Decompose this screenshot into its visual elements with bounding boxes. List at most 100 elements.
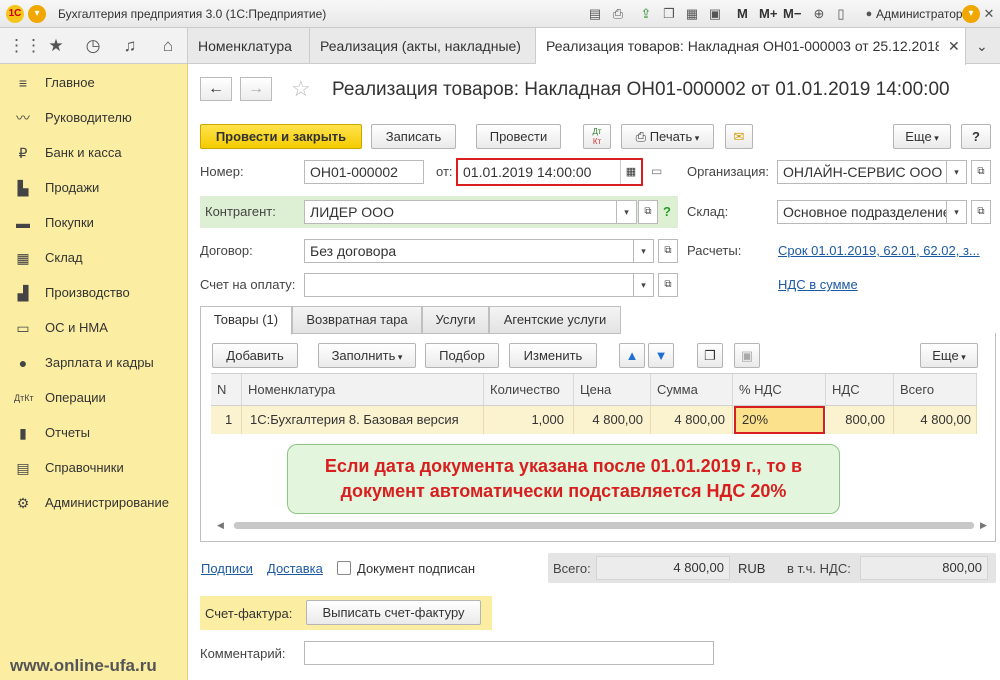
- cell-price[interactable]: 4 800,00: [574, 406, 651, 434]
- cell-sum[interactable]: 4 800,00: [651, 406, 733, 434]
- sidebar-item-fixed-assets[interactable]: ▭ ОС и НМА: [0, 310, 188, 345]
- home-icon[interactable]: ⌂: [157, 35, 179, 57]
- save-button[interactable]: Записать: [371, 124, 456, 149]
- tab-services[interactable]: Услуги: [422, 306, 489, 334]
- back-button[interactable]: ←: [200, 77, 232, 101]
- calendar-icon[interactable]: ▦: [620, 160, 641, 184]
- favorites-star-icon[interactable]: ★: [45, 35, 67, 57]
- table-more-button[interactable]: Еще ▾: [920, 343, 978, 368]
- cell-item[interactable]: 1С:Бухгалтерия 8. Базовая версия: [242, 406, 484, 434]
- tab-sales-list[interactable]: Реализация (акты, накладные): [310, 28, 536, 64]
- post-button[interactable]: Провести: [476, 124, 561, 149]
- app-logo-icon[interactable]: 1С: [6, 5, 24, 23]
- history-icon[interactable]: ◷: [82, 35, 104, 57]
- print-button[interactable]: ⎙ Печать ▾: [621, 124, 714, 149]
- cell-total[interactable]: 4 800,00: [894, 406, 977, 434]
- memory-minus-button[interactable]: M−: [783, 6, 801, 21]
- panel-toggle-icon[interactable]: ▯: [832, 5, 850, 23]
- invoice-payment-field[interactable]: [304, 273, 634, 297]
- col-n[interactable]: N: [211, 374, 242, 406]
- organization-open-icon[interactable]: ⧉: [971, 160, 991, 184]
- sidebar-item-bank[interactable]: ₽ Банк и касса: [0, 135, 188, 170]
- send-email-button[interactable]: ✉: [725, 124, 753, 149]
- settings-menu-icon[interactable]: ▾: [962, 5, 980, 23]
- main-menu-icon[interactable]: ▾: [28, 5, 46, 23]
- vat-in-sum-link[interactable]: НДС в сумме: [778, 277, 858, 292]
- warehouse-field[interactable]: Основное подразделение: [777, 200, 947, 224]
- tab-nomenclature[interactable]: Номенклатура: [188, 28, 310, 64]
- notifications-bell-icon[interactable]: ♫: [119, 35, 141, 57]
- scroll-left-icon[interactable]: ◀: [217, 520, 224, 531]
- col-price[interactable]: Цена: [574, 374, 651, 406]
- organization-field[interactable]: ОНЛАЙН-СЕРВИС ООО: [777, 160, 947, 184]
- delivery-link[interactable]: Доставка: [267, 561, 323, 576]
- date-field[interactable]: 01.01.2019 14:00:00: [456, 158, 643, 186]
- col-sum[interactable]: Сумма: [651, 374, 733, 406]
- document-signed-checkbox[interactable]: [337, 561, 351, 575]
- comment-edit-icon[interactable]: ▭: [651, 164, 662, 178]
- dt-kt-button[interactable]: Дт Кт: [583, 124, 611, 149]
- move-down-button[interactable]: ▼: [648, 343, 674, 368]
- add-row-button[interactable]: Добавить: [212, 343, 298, 368]
- copy-icon[interactable]: ❐: [660, 5, 678, 23]
- cell-n[interactable]: 1: [211, 406, 242, 434]
- horizontal-scrollbar[interactable]: [234, 522, 974, 529]
- col-vat-rate[interactable]: % НДС: [733, 374, 826, 406]
- sidebar-item-catalogs[interactable]: ▤ Справочники: [0, 450, 188, 485]
- sidebar-item-sales[interactable]: ▙ Продажи: [0, 170, 188, 205]
- scroll-right-icon[interactable]: ▶: [980, 520, 987, 531]
- calculator-icon[interactable]: ▦: [683, 5, 701, 23]
- fill-button[interactable]: Заполнить ▾: [318, 343, 416, 368]
- col-qty[interactable]: Количество: [484, 374, 574, 406]
- more-button[interactable]: Еще ▾: [893, 124, 951, 149]
- sidebar-item-operations[interactable]: ДтКт Операции: [0, 380, 188, 415]
- contract-dropdown-icon[interactable]: ▾: [634, 239, 654, 263]
- change-button[interactable]: Изменить: [509, 343, 597, 368]
- invoice-payment-open-icon[interactable]: ⧉: [658, 273, 678, 297]
- cell-vat[interactable]: 800,00: [826, 406, 894, 434]
- tab-goods[interactable]: Товары (1): [200, 306, 292, 335]
- move-up-button[interactable]: ▲: [619, 343, 645, 368]
- signatures-link[interactable]: Подписи: [201, 561, 253, 576]
- tabs-menu-chevron-icon[interactable]: ⌄: [976, 28, 988, 64]
- counterparty-help-icon[interactable]: ?: [663, 204, 671, 219]
- tab-sales-document[interactable]: Реализация товаров: Накладная ОН01-00000…: [536, 28, 966, 65]
- col-item[interactable]: Номенклатура: [242, 374, 484, 406]
- print-icon[interactable]: ⎙: [609, 5, 627, 23]
- tab-returnable-packaging[interactable]: Возвратная тара: [292, 306, 422, 334]
- memory-plus-button[interactable]: M+: [759, 6, 777, 21]
- counterparty-dropdown-icon[interactable]: ▾: [617, 200, 637, 224]
- sidebar-item-manager[interactable]: 〰 Руководителю: [0, 100, 188, 135]
- apps-grid-icon[interactable]: ⋮⋮: [8, 35, 42, 57]
- export-icon[interactable]: ⇪: [637, 5, 655, 23]
- issue-invoice-button[interactable]: Выписать счет-фактуру: [306, 600, 481, 625]
- warehouse-open-icon[interactable]: ⧉: [971, 200, 991, 224]
- col-vat[interactable]: НДС: [826, 374, 894, 406]
- forward-button[interactable]: →: [240, 77, 272, 101]
- counterparty-open-icon[interactable]: ⧉: [638, 200, 658, 224]
- close-window-icon[interactable]: ✕: [980, 5, 998, 23]
- cell-qty[interactable]: 1,000: [484, 406, 574, 434]
- comment-field[interactable]: [304, 641, 714, 665]
- sidebar-item-production[interactable]: ▟ Производство: [0, 275, 188, 310]
- save-disk-icon[interactable]: ▤: [586, 5, 604, 23]
- sidebar-item-reports[interactable]: ▮ Отчеты: [0, 415, 188, 450]
- sidebar-item-salary[interactable]: ● Зарплата и кадры: [0, 345, 188, 380]
- zoom-icon[interactable]: ⊕: [810, 5, 828, 23]
- pick-button[interactable]: Подбор: [425, 343, 499, 368]
- contract-open-icon[interactable]: ⧉: [658, 239, 678, 263]
- close-tab-icon[interactable]: ✕: [948, 28, 960, 64]
- organization-dropdown-icon[interactable]: ▾: [947, 160, 967, 184]
- col-total[interactable]: Всего: [894, 374, 977, 406]
- number-field[interactable]: ОН01-000002: [304, 160, 424, 184]
- invoice-payment-dropdown-icon[interactable]: ▾: [634, 273, 654, 297]
- cell-vat-rate[interactable]: 20%: [734, 406, 825, 434]
- counterparty-field[interactable]: ЛИДЕР ООО: [304, 200, 617, 224]
- sidebar-item-purchases[interactable]: ▬ Покупки: [0, 205, 188, 240]
- tab-agent-services[interactable]: Агентские услуги: [489, 306, 621, 334]
- copy-rows-button[interactable]: ❐: [697, 343, 723, 368]
- contract-field[interactable]: Без договора: [304, 239, 634, 263]
- help-button[interactable]: ?: [961, 124, 991, 149]
- settlements-link[interactable]: Срок 01.01.2019, 62.01, 62.02, з...: [778, 243, 980, 258]
- sidebar-item-main[interactable]: ≡ Главное: [0, 65, 188, 100]
